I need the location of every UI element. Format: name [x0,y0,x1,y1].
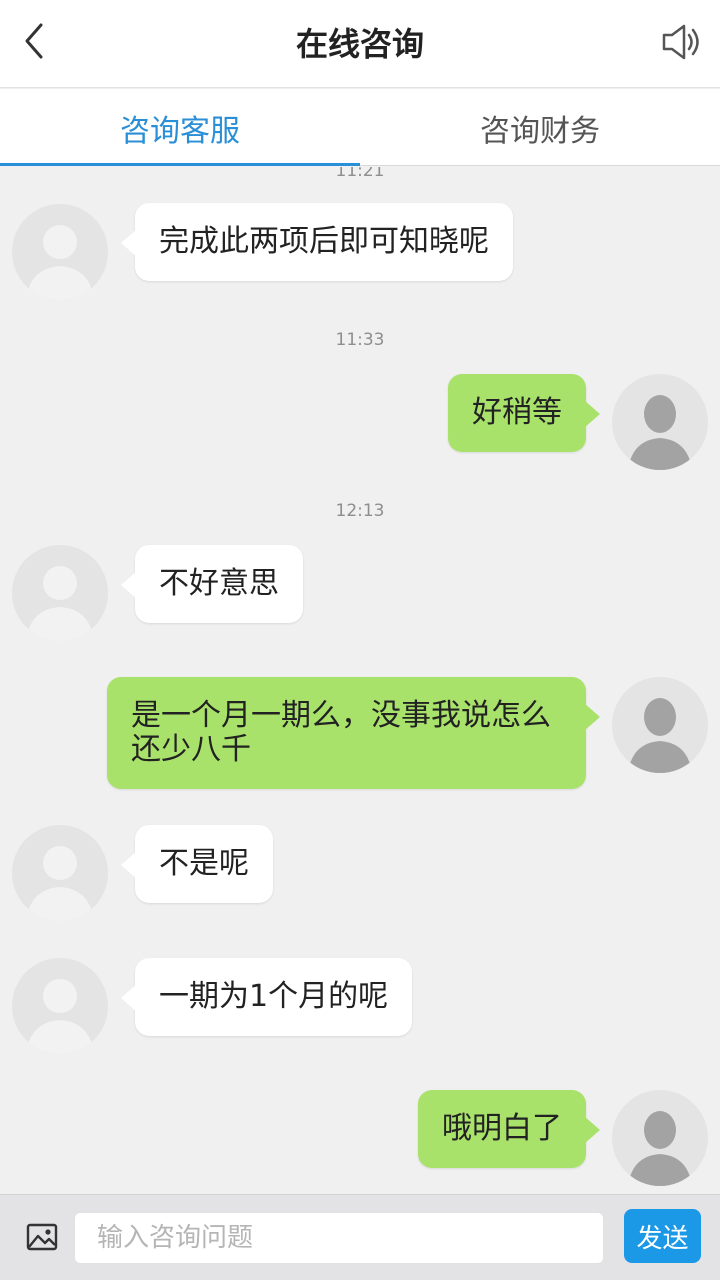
page-title: 在线咨询 [295,25,424,63]
user-avatar-icon [628,395,692,470]
user-avatar [612,374,708,470]
user-avatar [612,1090,708,1186]
message-bubble-user: 好稍等 [448,374,600,452]
send-button[interactable]: 发送 [624,1209,701,1263]
user-avatar-icon [628,1111,692,1186]
message-bubble-user: 是一个月一期么，没事我说怎么还少八千 [107,677,600,789]
agent-avatar-icon [26,566,94,641]
agent-avatar-icon [26,846,94,921]
message-bubble-agent: 不是呢 [121,825,273,903]
image-icon [26,1223,58,1255]
chat-area[interactable]: 11:21 完成此两项后即可知晓呢 11:33 好稍等 12:13 不好意思 是… [0,167,720,1194]
image-button[interactable] [22,1219,62,1259]
speaker-icon [660,20,704,68]
tab-bar: 咨询客服 咨询财务 [0,89,720,166]
user-avatar-icon [628,698,692,773]
agent-avatar [12,204,108,300]
sound-button[interactable] [658,20,706,68]
message-bubble-agent: 不好意思 [121,545,303,623]
agent-avatar-icon [26,225,94,300]
message-bubble-agent: 完成此两项后即可知晓呢 [121,203,513,281]
agent-avatar-icon [26,979,94,1054]
agent-avatar [12,958,108,1054]
question-input[interactable] [74,1212,604,1264]
tab-customer-service[interactable]: 咨询客服 [0,89,360,166]
timestamp: 11:33 [335,330,385,350]
message-bubble-user: 哦明白了 [418,1090,600,1168]
tab-finance[interactable]: 咨询财务 [360,89,720,166]
agent-avatar [12,825,108,921]
message-bubble-agent: 一期为1个月的呢 [120,958,413,1036]
timestamp: 11:21 [335,167,385,181]
header-bar: 在线咨询 [0,0,720,88]
timestamp: 12:13 [335,501,385,521]
composer-bar: 发送 [0,1194,720,1280]
agent-avatar [12,545,108,641]
user-avatar [612,677,708,773]
